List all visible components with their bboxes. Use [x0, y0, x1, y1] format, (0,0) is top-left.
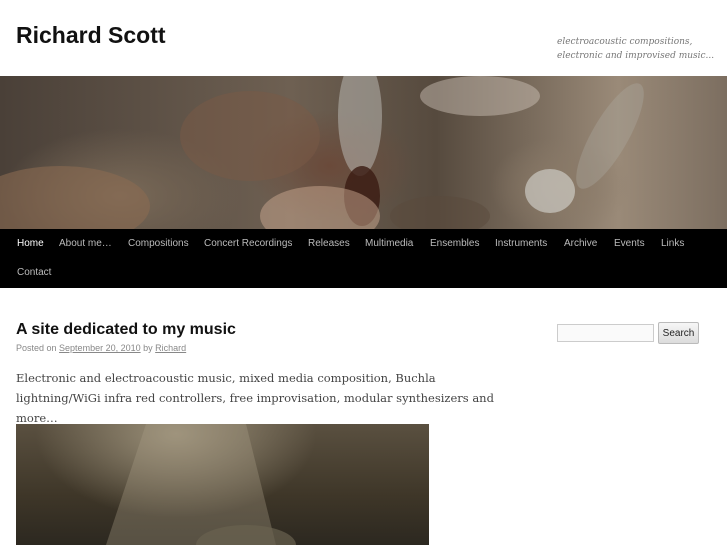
post-date-link[interactable]: September 20, 2010 — [59, 343, 141, 353]
search-input[interactable] — [557, 324, 654, 342]
site-description: electroacoustic compositions, electronic… — [557, 37, 715, 61]
main-navigation: Home About me… Compositions Concert Reco… — [0, 229, 727, 288]
post-meta-by: by — [143, 343, 153, 353]
nav-item-archive[interactable]: Archive — [564, 237, 597, 251]
nav-item-compositions[interactable]: Compositions — [128, 237, 189, 251]
banner-photo-shapes — [0, 76, 644, 229]
post-author-link[interactable]: Richard — [155, 343, 186, 353]
main-content: A site dedicated to my music Posted on S… — [0, 288, 727, 545]
search-button[interactable]: Search — [658, 322, 699, 344]
nav-item-home[interactable]: Home — [17, 237, 44, 251]
nav-item-releases[interactable]: Releases — [308, 237, 350, 251]
site-title[interactable]: Richard Scott — [16, 22, 166, 49]
nav-item-concert-recordings[interactable]: Concert Recordings — [204, 237, 292, 251]
nav-item-ensembles[interactable]: Ensembles — [430, 237, 479, 251]
post-content: Electronic and electroacoustic music, mi… — [16, 371, 494, 425]
post-title[interactable]: A site dedicated to my music — [16, 321, 236, 339]
post-meta-prefix: Posted on — [16, 343, 57, 353]
site-header: Richard Scott electroacoustic compositio… — [0, 0, 727, 76]
header-banner-image — [0, 76, 727, 229]
nav-item-instruments[interactable]: Instruments — [495, 237, 547, 251]
nav-item-events[interactable]: Events — [614, 237, 645, 251]
nav-item-about-me[interactable]: About me… — [59, 237, 112, 251]
nav-item-links[interactable]: Links — [661, 237, 684, 251]
post-meta: Posted on September 20, 2010 by Richard — [16, 343, 186, 353]
nav-item-contact[interactable]: Contact — [17, 266, 51, 280]
nav-item-multimedia[interactable]: Multimedia — [365, 237, 413, 251]
post-photo — [16, 424, 429, 545]
post-photo-shapes — [106, 424, 296, 545]
